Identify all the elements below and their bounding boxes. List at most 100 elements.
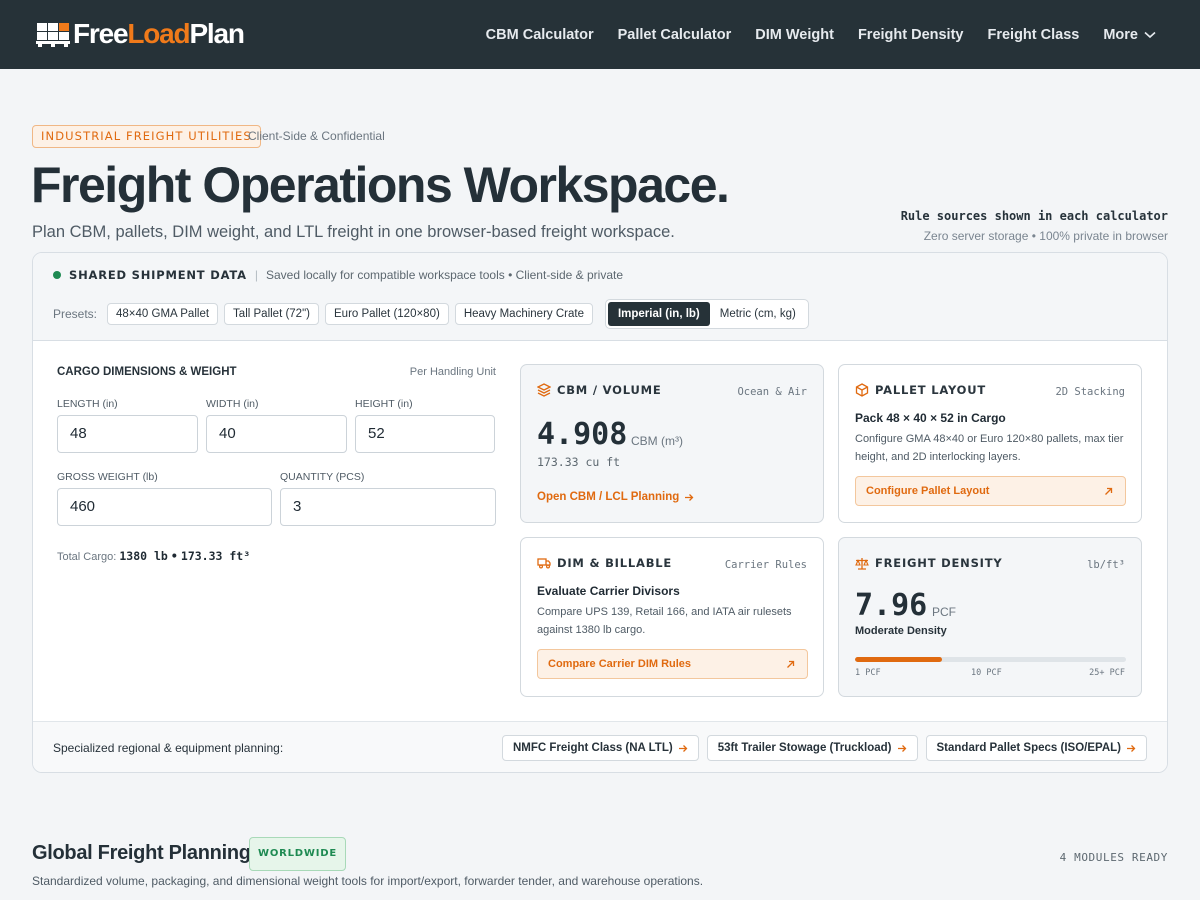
density-tick-min: 1 PCF <box>855 668 881 678</box>
logo-text: FreeLoadPlan <box>73 18 245 49</box>
unit-metric-button[interactable]: Metric (cm, kg) <box>710 302 806 326</box>
pallet-specs-link-label: Standard Pallet Specs (ISO/EPAL) <box>936 742 1121 754</box>
nav-more-menu[interactable]: More <box>1103 27 1156 43</box>
height-label: HEIGHT (in) <box>355 398 413 410</box>
cbm-card-title: CBM / VOLUME <box>557 383 662 397</box>
shared-status: SHARED SHIPMENT DATA | Saved locally for… <box>53 268 623 282</box>
nmfc-freight-class-link[interactable]: NMFC Freight Class (NA LTL) <box>501 735 699 761</box>
modules-ready-status: 4 MODULES READY <box>1059 851 1168 864</box>
status-dot-icon <box>53 271 61 279</box>
density-bar-fill <box>855 657 942 662</box>
compare-dim-rules-button[interactable]: Compare Carrier DIM Rules <box>537 649 808 679</box>
worldwide-badge: WORLDWIDE <box>249 837 346 871</box>
nav-cbm-calculator[interactable]: CBM Calculator <box>486 27 594 43</box>
nav-freight-class[interactable]: Freight Class <box>987 27 1079 43</box>
total-cargo-volume: 173.33 ft³ <box>180 549 251 563</box>
preset-tall-pallet[interactable]: Tall Pallet (72") <box>224 303 319 325</box>
preset-gma-pallet[interactable]: 48×40 GMA Pallet <box>107 303 219 325</box>
main-nav: CBM Calculator Pallet Calculator DIM Wei… <box>462 0 1156 69</box>
logo[interactable]: FreeLoadPlan <box>35 17 245 51</box>
gross-weight-label: GROSS WEIGHT (lb) <box>57 471 158 483</box>
cbm-card-tag: Ocean & Air <box>737 386 807 398</box>
nav-more-label: More <box>1103 26 1138 43</box>
density-card-header: FREIGHT DENSITY <box>855 556 1003 570</box>
width-label: WIDTH (in) <box>206 398 259 410</box>
divider: | <box>254 268 258 282</box>
freight-density-card: FREIGHT DENSITY lb/ft³ 7.96 PCF Moderate… <box>838 537 1142 697</box>
workspace-panel: SHARED SHIPMENT DATA | Saved locally for… <box>32 252 1168 773</box>
pallet-card-heading: Pack 48 × 40 × 52 in Cargo <box>855 411 1006 425</box>
density-tick-max: 25+ PCF <box>1089 668 1125 678</box>
cargo-form-title: CARGO DIMENSIONS & WEIGHT <box>57 366 237 378</box>
configure-pallet-label: Configure Pallet Layout <box>866 485 990 497</box>
total-cargo: Total Cargo: 1380 lb • 173.33 ft³ <box>57 549 250 563</box>
presets-label: Presets: <box>53 307 98 321</box>
chevron-down-icon <box>1144 31 1156 38</box>
hero-tag-subtitle: Client-Side & Confidential <box>248 129 385 143</box>
rule-sources-note: Rule sources shown in each calculator <box>900 209 1168 223</box>
length-label: LENGTH (in) <box>57 398 118 410</box>
top-navbar: FreeLoadPlan CBM Calculator Pallet Calcu… <box>0 0 1200 69</box>
shared-data-bar: SHARED SHIPMENT DATA | Saved locally for… <box>33 253 1167 341</box>
cbm-unit: CBM (m³) <box>631 434 683 448</box>
hero-tag: INDUSTRIAL FREIGHT UTILITIES <box>32 125 261 148</box>
nav-dim-weight[interactable]: DIM Weight <box>755 27 834 43</box>
height-input[interactable]: 52 <box>355 415 495 453</box>
arrow-right-icon <box>685 493 694 501</box>
pallet-card-description: Configure GMA 48×40 or Euro 120×80 palle… <box>855 433 1124 463</box>
width-input[interactable]: 40 <box>206 415 347 453</box>
specialized-links: NMFC Freight Class (NA LTL) 53ft Trailer… <box>494 735 1147 761</box>
nav-pallet-calculator[interactable]: Pallet Calculator <box>618 27 732 43</box>
total-cargo-label: Total Cargo: <box>57 551 117 563</box>
configure-pallet-button[interactable]: Configure Pallet Layout <box>855 476 1126 506</box>
nav-freight-density[interactable]: Freight Density <box>858 27 964 43</box>
page-subtitle: Plan CBM, pallets, DIM weight, and LTL f… <box>32 223 675 241</box>
dim-card-title: DIM & BILLABLE <box>557 556 673 570</box>
nmfc-link-label: NMFC Freight Class (NA LTL) <box>512 742 673 754</box>
pallet-specs-link[interactable]: Standard Pallet Specs (ISO/EPAL) <box>925 735 1147 761</box>
shared-label: SHARED SHIPMENT DATA <box>69 268 247 282</box>
trailer-link-label: 53ft Trailer Stowage (Truckload) <box>717 742 892 754</box>
privacy-note: Zero server storage • 100% private in br… <box>923 229 1168 243</box>
truck-icon <box>537 558 551 569</box>
quantity-input[interactable]: 3 <box>280 488 496 526</box>
box-icon <box>855 383 869 397</box>
arrow-right-icon <box>897 744 906 752</box>
cbm-card-header: CBM / VOLUME <box>537 383 662 397</box>
specialized-planning-bar: Specialized regional & equipment plannin… <box>33 721 1167 772</box>
dim-billable-card: DIM & BILLABLE Carrier Rules Evaluate Ca… <box>520 537 824 697</box>
dim-card-heading: Evaluate Carrier Divisors <box>537 584 680 598</box>
length-input[interactable]: 48 <box>57 415 198 453</box>
arrow-up-right-icon <box>787 660 795 668</box>
pallet-card-tag: 2D Stacking <box>1055 386 1125 398</box>
density-bar <box>855 657 1126 662</box>
density-tick-mid: 10 PCF <box>971 668 1002 678</box>
density-card-title: FREIGHT DENSITY <box>875 556 1003 570</box>
compare-dim-rules-label: Compare Carrier DIM Rules <box>548 658 692 670</box>
shared-description: Saved locally for compatible workspace t… <box>265 268 624 282</box>
arrow-up-right-icon <box>1105 487 1113 495</box>
global-section-subtitle: Standardized volume, packaging, and dime… <box>32 874 704 888</box>
cbm-value: 4.908 <box>537 417 628 452</box>
global-section-title: Global Freight Planning <box>32 842 251 864</box>
dim-card-tag: Carrier Rules <box>724 559 807 571</box>
arrow-right-icon <box>1127 744 1136 752</box>
scale-icon <box>855 557 869 570</box>
unit-imperial-button[interactable]: Imperial (in, lb) <box>607 302 710 326</box>
cbm-volume-card: CBM / VOLUME Ocean & Air 4.908 CBM (m³) … <box>520 364 824 523</box>
preset-euro-pallet[interactable]: Euro Pallet (120×80) <box>325 303 449 325</box>
layers-icon <box>537 383 551 397</box>
open-cbm-planning-link[interactable]: Open CBM / LCL Planning <box>537 491 694 503</box>
quantity-label: QUANTITY (PCS) <box>280 471 365 483</box>
pallet-card-header: PALLET LAYOUT <box>855 383 986 397</box>
cargo-form-note: Per Handling Unit <box>409 366 496 378</box>
trailer-stowage-link[interactable]: 53ft Trailer Stowage (Truckload) <box>706 735 918 761</box>
preset-machinery-crate[interactable]: Heavy Machinery Crate <box>454 303 593 325</box>
dim-card-header: DIM & BILLABLE <box>537 556 672 570</box>
density-classification: Moderate Density <box>855 625 947 637</box>
gross-weight-input[interactable]: 460 <box>57 488 272 526</box>
total-cargo-separator: • <box>170 549 178 563</box>
cbm-cuft: 173.33 cu ft <box>537 455 621 469</box>
pallet-logo-icon <box>36 23 70 47</box>
density-unit: PCF <box>932 605 956 619</box>
